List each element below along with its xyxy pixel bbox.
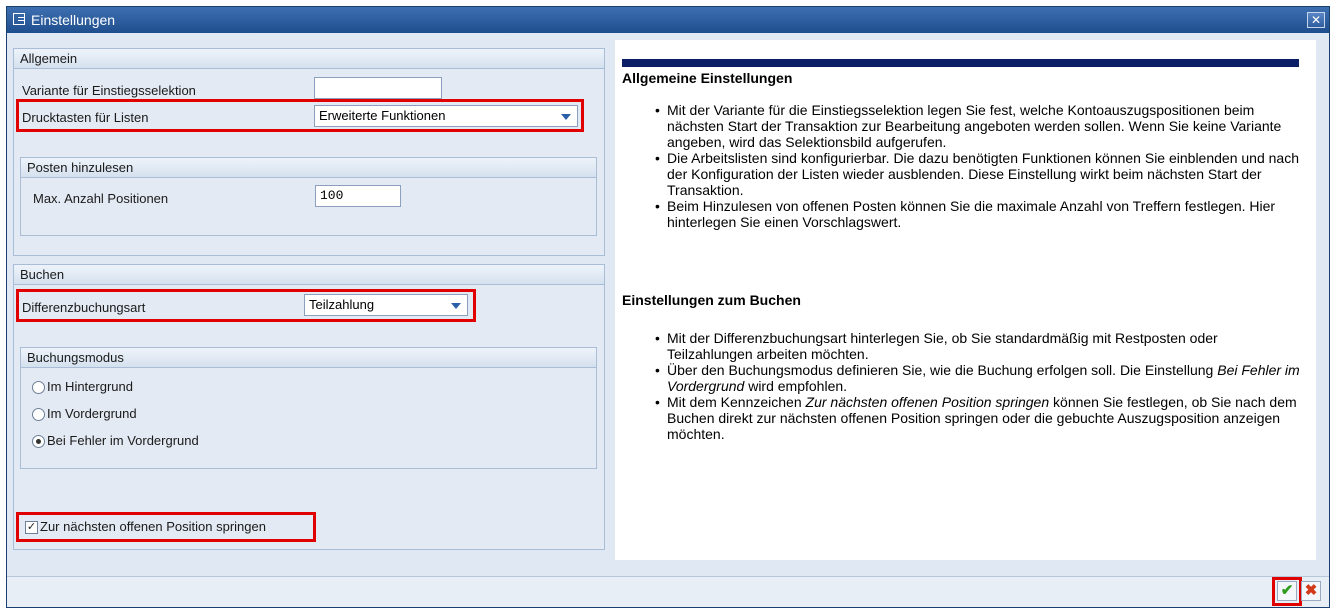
max-anzahl-label: Max. Anzahl Positionen xyxy=(33,191,169,206)
help-bullet: Mit der Differenzbuchungsart hinterlegen… xyxy=(655,330,1305,362)
settings-window-icon xyxy=(13,13,25,25)
group-posten-header: Posten hinzulesen xyxy=(21,158,596,178)
radio-label: Im Vordergrund xyxy=(47,406,137,421)
radio-button-icon[interactable] xyxy=(32,408,45,421)
radio-label: Im Hintergrund xyxy=(47,379,133,394)
variante-input[interactable] xyxy=(314,77,442,99)
help-heading-buchen: Einstellungen zum Buchen xyxy=(622,292,801,308)
highlight-confirm-button xyxy=(1272,577,1302,606)
title-bar: Einstellungen ✕ xyxy=(7,7,1329,33)
highlight-differenzbuchungsart xyxy=(16,289,476,322)
window-title: Einstellungen xyxy=(31,12,116,28)
radio-label: Bei Fehler im Vordergrund xyxy=(47,433,199,448)
help-bullet: Die Arbeitslisten sind konfigurierbar. D… xyxy=(655,150,1305,198)
group-allgemein-header: Allgemein xyxy=(14,49,604,69)
group-buchungsmodus: Buchungsmodus Im Hintergrund Im Vordergr… xyxy=(20,347,597,469)
close-button[interactable]: ✕ xyxy=(1307,12,1325,28)
help-list-buchen: Mit der Differenzbuchungsart hinterlegen… xyxy=(655,330,1305,442)
group-buchen-header: Buchen xyxy=(14,265,604,285)
help-bullet: Über den Buchungsmodus definieren Sie, w… xyxy=(655,362,1305,394)
group-buchungsmodus-header: Buchungsmodus xyxy=(21,348,596,368)
group-buchen: Buchen Differenzbuchungsart Teilzahlung … xyxy=(13,264,605,550)
settings-dialog: Einstellungen ✕ Allgemein Variante für E… xyxy=(6,6,1330,608)
help-bullet: Beim Hinzulesen von offenen Posten könne… xyxy=(655,198,1305,230)
help-text: Über den Buchungsmodus definieren Sie, w… xyxy=(667,362,1218,378)
help-heading-allgemein: Allgemeine Einstellungen xyxy=(622,70,793,86)
help-text: wird empfohlen. xyxy=(744,378,848,394)
highlight-drucktasten xyxy=(16,99,584,132)
help-bullet: Mit dem Kennzeichen Zur nächsten offenen… xyxy=(655,394,1305,442)
help-text: Mit dem Kennzeichen xyxy=(667,394,806,410)
help-panel: Allgemeine Einstellungen Mit der Variant… xyxy=(615,40,1316,560)
group-allgemein: Allgemein Variante für Einstiegsselektio… xyxy=(13,48,605,256)
variante-label: Variante für Einstiegsselektion xyxy=(22,83,196,98)
radio-button-icon[interactable] xyxy=(32,381,45,394)
dialog-footer: ✔ ✖ xyxy=(7,576,1329,607)
radio-button-selected-icon[interactable] xyxy=(32,435,45,448)
help-emphasis: Zur nächsten offenen Position springen xyxy=(805,394,1050,410)
highlight-checkbox xyxy=(16,512,316,542)
help-list-allgemein: Mit der Variante für die Einstiegsselekt… xyxy=(655,102,1305,230)
help-header-bar xyxy=(622,59,1299,67)
max-anzahl-input[interactable]: 100 xyxy=(315,185,401,207)
cancel-button[interactable]: ✖ xyxy=(1301,581,1321,601)
group-posten-hinzulesen: Posten hinzulesen Max. Anzahl Positionen… xyxy=(20,157,597,236)
help-bullet: Mit der Variante für die Einstiegsselekt… xyxy=(655,102,1305,150)
